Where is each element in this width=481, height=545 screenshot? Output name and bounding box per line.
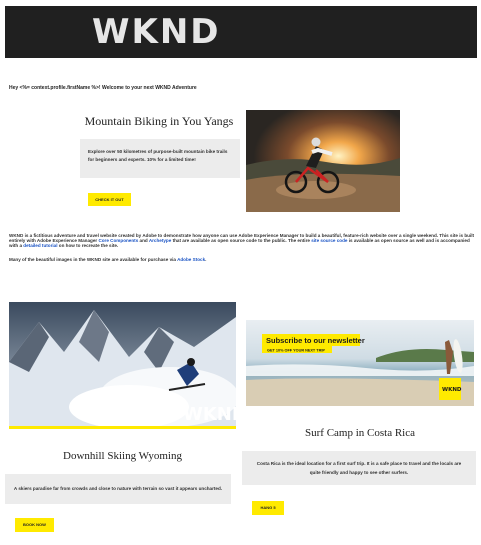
book-now-button[interactable]: BOOK NOW: [15, 518, 54, 532]
wknd-logo[interactable]: WKND: [92, 14, 221, 50]
archetype-link[interactable]: Archetype: [149, 238, 171, 243]
about-paragraph: WKND is a fictitious adventure and trave…: [9, 233, 475, 248]
about-text: and: [138, 238, 149, 243]
skiing-image: WKND: [9, 302, 236, 428]
about-text: on how to recreate the site.: [57, 243, 119, 248]
surf-newsletter-banner[interactable]: Subscribe to our newsletter GET 10% OFF …: [246, 320, 474, 406]
surf-description: Costa Rica is the ideal location for a f…: [242, 451, 476, 485]
about-section: WKND is a fictitious adventure and trave…: [9, 233, 475, 271]
detailed-tutorial-link[interactable]: detailed tutorial: [23, 243, 57, 248]
mountain-biking-image: [246, 110, 400, 212]
ski-wknd-overlay: WKND: [183, 404, 236, 425]
about-text: .: [205, 257, 207, 262]
site-header: WKND: [5, 6, 477, 58]
newsletter-title: Subscribe to our newsletter: [266, 336, 365, 345]
welcome-greeting: Hey <%= context.profile.firstName %>! We…: [9, 85, 197, 91]
hang-5-button[interactable]: HANG 5: [252, 501, 284, 515]
hero-description: Explore over 50 kilometres of purpose-bu…: [80, 139, 240, 178]
newsletter-subtitle: GET 10% OFF YOUR NEXT TRIP: [267, 349, 325, 353]
hero-title: Mountain Biking in You Yangs: [84, 114, 234, 128]
ski-accent-bar: [9, 426, 236, 429]
about-text: Many of the beautiful images in the WKND…: [9, 257, 178, 262]
ski-description: A skiers paradise far from crowds and cl…: [5, 474, 231, 504]
check-it-out-button[interactable]: CHECK IT OUT: [88, 193, 131, 206]
about-text: that are available as open source code t…: [171, 238, 312, 243]
ski-title: Downhill Skiing Wyoming: [63, 450, 182, 462]
site-source-code-link[interactable]: site source code: [311, 238, 347, 243]
surf-wknd-badge: WKND: [442, 387, 462, 393]
stock-paragraph: Many of the beautiful images in the WKND…: [9, 257, 475, 262]
adobe-stock-link[interactable]: Adobe Stock: [177, 257, 205, 262]
surf-title: Surf Camp in Costa Rica: [305, 427, 415, 439]
